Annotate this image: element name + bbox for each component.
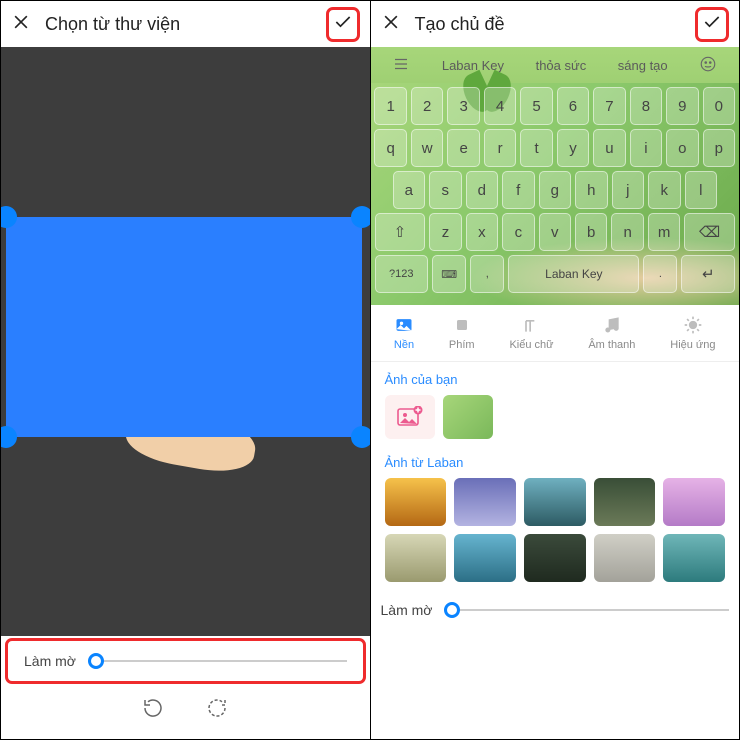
key-i[interactable]: i	[630, 129, 662, 167]
key-5[interactable]: 5	[520, 87, 552, 125]
key-n[interactable]: n	[611, 213, 643, 251]
key-3[interactable]: 3	[447, 87, 479, 125]
key-r[interactable]: r	[484, 129, 516, 167]
key-8[interactable]: 8	[630, 87, 662, 125]
tab-font[interactable]: Kiểu chữ	[509, 315, 553, 351]
blur-slider[interactable]	[444, 600, 729, 620]
close-icon[interactable]	[11, 12, 31, 37]
key-u[interactable]: u	[593, 129, 625, 167]
key-lang[interactable]: ⌨	[432, 255, 466, 293]
key-p[interactable]: p	[703, 129, 735, 167]
key-c[interactable]: c	[502, 213, 534, 251]
key-backspace[interactable]: ⌫	[684, 213, 735, 251]
key-g[interactable]: g	[539, 171, 572, 209]
key-0[interactable]: 0	[703, 87, 735, 125]
key-y[interactable]: y	[557, 129, 589, 167]
key-j[interactable]: j	[612, 171, 645, 209]
confirm-icon[interactable]	[702, 12, 722, 37]
tab-keys[interactable]: Phím	[449, 315, 475, 351]
key-t[interactable]: t	[520, 129, 552, 167]
confirm-icon[interactable]	[333, 12, 353, 37]
suggestion-3[interactable]: sáng tạo	[618, 58, 668, 73]
blur-row-right: Làm mờ	[371, 590, 740, 630]
crop-canvas[interactable]	[1, 47, 370, 636]
tab-effects[interactable]: Hiệu ứng	[670, 315, 715, 351]
tab-sound[interactable]: Âm thanh	[588, 315, 635, 351]
key-7[interactable]: 7	[593, 87, 625, 125]
key-f[interactable]: f	[502, 171, 535, 209]
key-h[interactable]: h	[575, 171, 608, 209]
key-enter[interactable]: ↵	[681, 255, 735, 293]
key-space[interactable]: Laban Key	[508, 255, 639, 293]
key-symbols[interactable]: ?123	[375, 255, 429, 293]
key-v[interactable]: v	[539, 213, 571, 251]
laban-thumb[interactable]	[454, 534, 516, 582]
laban-grid	[371, 478, 740, 590]
key-2[interactable]: 2	[411, 87, 443, 125]
rotate-actions	[1, 686, 370, 739]
key-1[interactable]: 1	[374, 87, 406, 125]
key-l[interactable]: l	[685, 171, 718, 209]
key-z[interactable]: z	[429, 213, 461, 251]
crop-frame[interactable]	[6, 217, 362, 437]
rotate-cw-icon[interactable]	[205, 696, 229, 725]
key-a[interactable]: a	[393, 171, 426, 209]
suggestion-2[interactable]: thỏa sức	[536, 58, 587, 73]
crop-handle-bl[interactable]	[1, 426, 17, 448]
key-m[interactable]: m	[648, 213, 680, 251]
laban-thumb[interactable]	[594, 478, 656, 526]
add-image-button[interactable]	[385, 395, 435, 439]
laban-thumb[interactable]	[594, 534, 656, 582]
laban-thumb[interactable]	[663, 478, 725, 526]
crop-handle-br[interactable]	[351, 426, 370, 448]
right-topbar: Tạo chủ đề	[371, 1, 740, 47]
section-user-title: Ảnh của bạn	[371, 362, 740, 395]
key-4[interactable]: 4	[484, 87, 516, 125]
confirm-highlight	[326, 7, 360, 42]
key-b[interactable]: b	[575, 213, 607, 251]
laban-thumb[interactable]	[385, 534, 447, 582]
blur-label: Làm mờ	[24, 653, 76, 669]
key-shift[interactable]: ⇧	[375, 213, 426, 251]
laban-thumb[interactable]	[454, 478, 516, 526]
crop-handle-tr[interactable]	[351, 206, 370, 228]
laban-thumb[interactable]	[663, 534, 725, 582]
close-icon[interactable]	[381, 12, 401, 37]
menu-icon[interactable]	[392, 55, 410, 76]
section-laban-title: Ảnh từ Laban	[371, 445, 740, 478]
key-w[interactable]: w	[411, 129, 443, 167]
rotate-ccw-icon[interactable]	[141, 696, 165, 725]
user-thumbs	[371, 395, 740, 445]
key-d[interactable]: d	[466, 171, 499, 209]
keyboard-preview: 1234567890 qwertyuiop asdfghjkl ⇧zxcvbnm…	[371, 83, 740, 305]
confirm-highlight	[695, 7, 729, 42]
laban-thumb[interactable]	[524, 478, 586, 526]
user-image-1[interactable]	[443, 395, 493, 439]
key-9[interactable]: 9	[666, 87, 698, 125]
key-k[interactable]: k	[648, 171, 681, 209]
blur-slider[interactable]	[88, 651, 347, 671]
key-6[interactable]: 6	[557, 87, 589, 125]
left-title: Chọn từ thư viện	[45, 14, 326, 35]
key-x[interactable]: x	[466, 213, 498, 251]
theme-tabs: Nền Phím Kiểu chữ Âm thanh Hiệu ứng	[371, 305, 740, 362]
key-o[interactable]: o	[666, 129, 698, 167]
laban-thumb[interactable]	[524, 534, 586, 582]
blur-label: Làm mờ	[381, 602, 433, 618]
blur-row-highlight: Làm mờ	[5, 638, 366, 684]
key-q[interactable]: q	[374, 129, 406, 167]
right-pane: Tạo chủ đề Laban Key thỏa sức sáng tạo 1…	[371, 1, 740, 739]
key-comma[interactable]: ,	[470, 255, 504, 293]
tab-background[interactable]: Nền	[394, 315, 414, 351]
emoji-icon[interactable]	[699, 55, 717, 76]
left-pane: Chọn từ thư viện	[1, 1, 371, 739]
key-s[interactable]: s	[429, 171, 462, 209]
suggestion-bar: Laban Key thỏa sức sáng tạo	[371, 47, 740, 83]
key-period[interactable]: .	[643, 255, 677, 293]
left-topbar: Chọn từ thư viện	[1, 1, 370, 47]
right-title: Tạo chủ đề	[415, 14, 696, 35]
key-e[interactable]: e	[447, 129, 479, 167]
laban-thumb[interactable]	[385, 478, 447, 526]
